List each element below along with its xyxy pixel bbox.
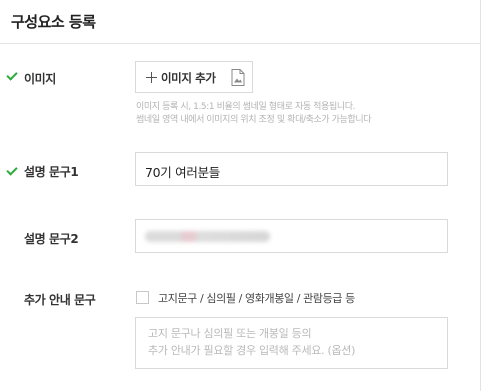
extra-notice-textarea[interactable]: 고지 문구나 심의필 또는 개봉일 등의 추가 안내가 필요할 경우 입력해 주…: [135, 317, 448, 369]
image-help-text: 이미지 등록 시, 1.5:1 비율의 썸네일 형태로 자동 적용됩니다. 썸네…: [136, 101, 371, 127]
desc2-input[interactable]: [135, 219, 448, 253]
image-help-line-2: 썸네일 영역 내에서 이미지의 위치 조정 및 확대/축소가 가능합니다: [136, 115, 372, 125]
desc1-input[interactable]: 70기 여러분들: [135, 152, 448, 186]
image-label: 이미지: [24, 72, 56, 86]
panel-header: 구성요소 등록: [0, 0, 480, 44]
desc1-label: 설명 문구1: [24, 165, 79, 179]
add-image-button-label: 이미지 추가: [161, 71, 216, 85]
required-check-icon: [6, 164, 18, 176]
extra-notice-label: 추가 안내 문구: [24, 293, 96, 307]
textarea-placeholder-line-2: 추가 안내가 필요할 경우 입력해 주세요. (옵션): [148, 344, 356, 357]
desc2-label: 설명 문구2: [24, 232, 79, 246]
textarea-placeholder-line-1: 고지 문구나 심의필 또는 개봉일 등의: [148, 327, 312, 340]
add-image-button[interactable]: 이미지 추가: [135, 61, 253, 93]
panel-title: 구성요소 등록: [11, 13, 96, 31]
notice-checkbox[interactable]: [136, 291, 149, 304]
component-register-panel: 구성요소 등록 이미지 이미지 추가 이미지 등록 시, 1.5:1 비율의 썸…: [0, 0, 481, 391]
image-file-icon: [231, 69, 245, 86]
blurred-text: [145, 231, 270, 242]
plus-icon: [146, 72, 157, 83]
image-help-line-1: 이미지 등록 시, 1.5:1 비율의 썸네일 형태로 자동 적용됩니다.: [136, 102, 356, 112]
notice-checkbox-label[interactable]: 고지문구 / 심의필 / 영화개봉일 / 관람등급 등: [158, 290, 355, 306]
required-check-icon: [6, 69, 18, 81]
